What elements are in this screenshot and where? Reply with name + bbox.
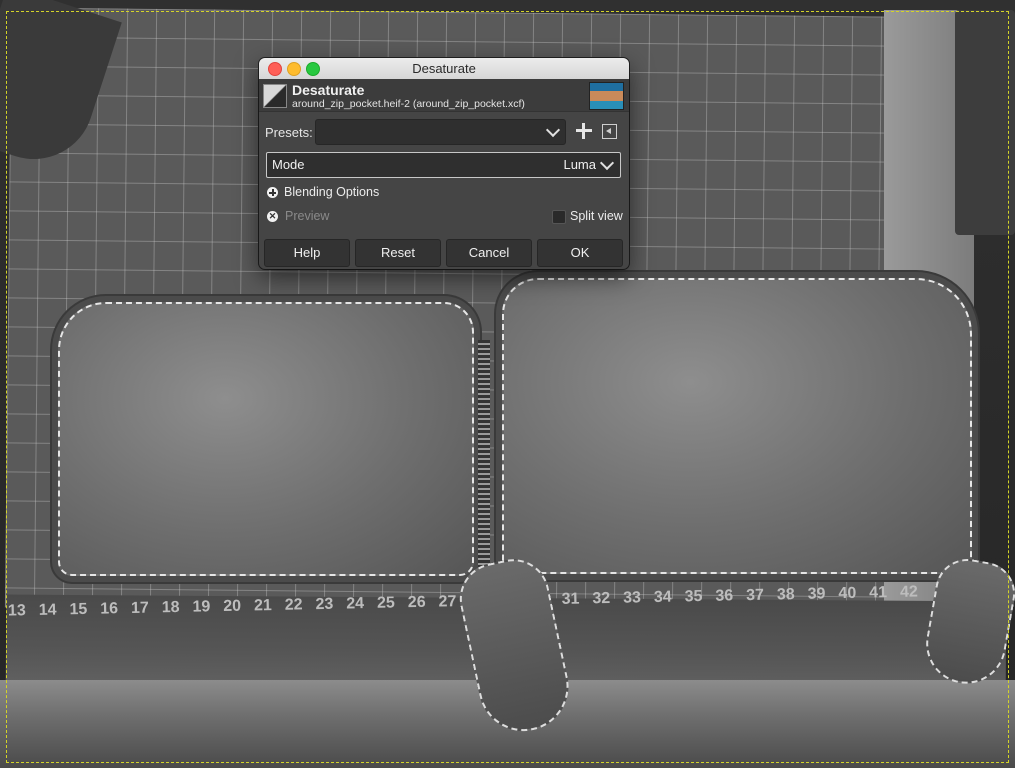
dark-block <box>955 10 1015 235</box>
ruler-number: 20 <box>223 597 242 616</box>
ruler-number: 17 <box>130 599 149 617</box>
menu-arrow-icon[interactable] <box>602 124 617 139</box>
ruler-number: 37 <box>745 586 765 605</box>
cancel-button[interactable]: Cancel <box>446 239 532 267</box>
ruler-number: 19 <box>192 598 211 616</box>
ruler-number: 39 <box>807 585 826 603</box>
image-thumbnail <box>589 82 624 110</box>
chevron-down-icon <box>599 155 615 171</box>
blending-options-expander[interactable]: Blending Options <box>284 185 379 199</box>
ruler-number: 16 <box>100 600 119 618</box>
help-button[interactable]: Help <box>264 239 350 267</box>
ok-button[interactable]: OK <box>537 239 623 267</box>
ruler-number: 13 <box>7 602 26 620</box>
desaturate-icon <box>263 84 287 108</box>
filter-header: Desaturate around_zip_pocket.heif-2 (aro… <box>259 79 629 112</box>
mode-value: Luma <box>563 157 596 172</box>
expand-plus-icon[interactable] <box>267 187 278 198</box>
ruler-number: 23 <box>315 595 334 614</box>
presets-label: Presets: <box>265 125 313 140</box>
plus-icon[interactable] <box>576 123 592 139</box>
ruler-number: 21 <box>253 597 273 615</box>
ruler-number: 41 <box>869 584 888 602</box>
window-title: Desaturate <box>412 61 476 76</box>
ruler-number: 31 <box>561 590 580 608</box>
desaturate-dialog: Desaturate Desaturate around_zip_pocket.… <box>259 58 629 269</box>
preview-label: Preview <box>285 209 330 223</box>
ruler-number: 26 <box>407 593 426 612</box>
ruler-number: 42 <box>899 583 918 601</box>
ruler-number: 32 <box>592 589 611 608</box>
ruler-number: 18 <box>161 598 180 617</box>
ruler-number: 15 <box>69 600 88 619</box>
ruler-number: 38 <box>776 586 795 604</box>
reset-button[interactable]: Reset <box>355 239 441 267</box>
image-subtitle: around_zip_pocket.heif-2 (around_zip_poc… <box>292 98 525 110</box>
right-wallet <box>502 278 972 574</box>
ruler-number: 27 <box>438 593 457 611</box>
dialog-titlebar[interactable]: Desaturate <box>259 58 629 80</box>
preview-checkbox[interactable]: ✕ <box>267 211 278 222</box>
ruler-number: 14 <box>38 601 57 619</box>
ruler-number: 34 <box>653 588 672 606</box>
ruler-number: 36 <box>715 587 734 605</box>
split-view-checkbox[interactable] <box>552 210 566 224</box>
ruler-number: 24 <box>346 595 365 613</box>
left-wallet <box>58 302 474 576</box>
ruler-number: 25 <box>376 594 396 612</box>
split-view-label: Split view <box>570 209 623 223</box>
ruler-number: 40 <box>838 584 857 603</box>
mode-dropdown[interactable]: Mode Luma <box>266 152 621 178</box>
presets-dropdown[interactable] <box>315 119 566 145</box>
ruler-number: 33 <box>622 589 642 607</box>
chevron-down-icon <box>545 122 561 138</box>
zipper <box>478 340 490 570</box>
ruler-number: 35 <box>684 587 703 606</box>
mode-label: Mode <box>272 157 305 172</box>
ruler-number: 22 <box>284 596 303 614</box>
filter-name: Desaturate <box>292 82 365 98</box>
